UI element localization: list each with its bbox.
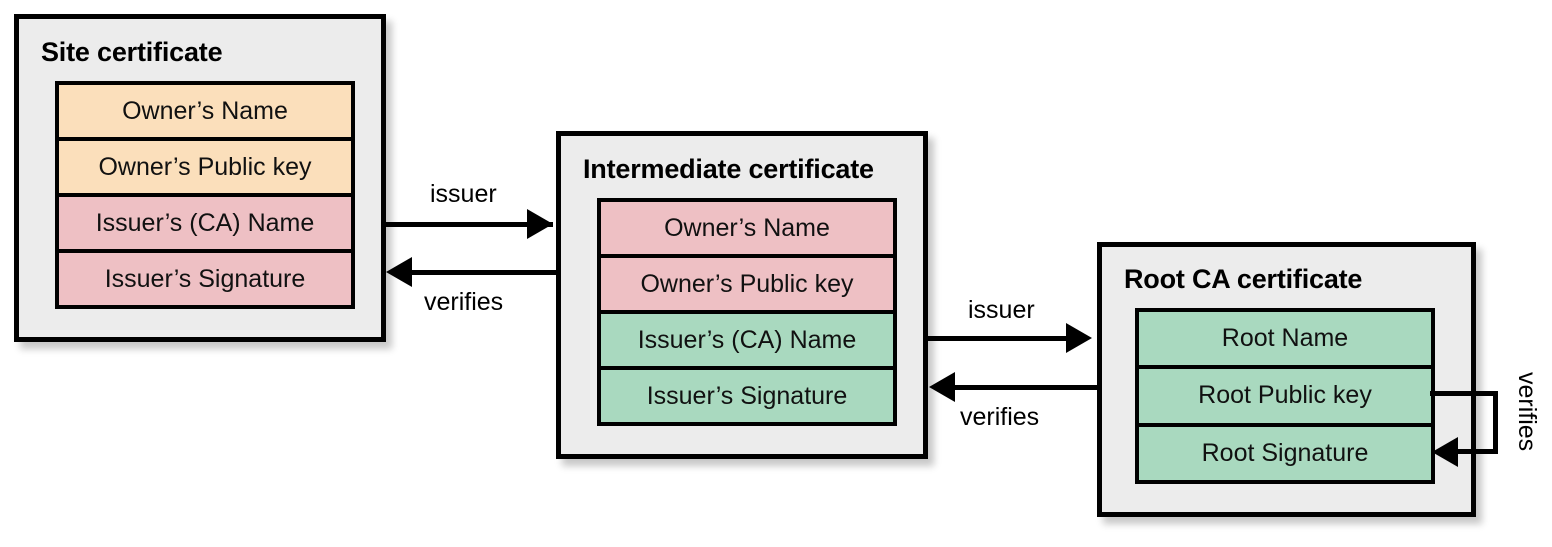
root-ca-certificate-field-list: Root Name Root Public key Root Signature bbox=[1135, 308, 1435, 484]
site-field-issuer-signature: Issuer’s Signature bbox=[59, 253, 351, 305]
site-certificate-title: Site certificate bbox=[41, 37, 223, 67]
root-field-root-signature: Root Signature bbox=[1139, 426, 1431, 480]
site-field-owner-public-key: Owner’s Public key bbox=[59, 141, 351, 197]
intermediate-field-issuer-ca-name: Issuer’s (CA) Name bbox=[601, 314, 893, 370]
root-field-root-name: Root Name bbox=[1139, 312, 1431, 370]
certificate-chain-diagram: Site certificate Owner’s Name Owner’s Pu… bbox=[0, 0, 1552, 547]
intermediate-field-issuer-signature: Issuer’s Signature bbox=[601, 370, 893, 422]
verifies-arrow-intermediate-to-site-line bbox=[400, 270, 557, 275]
issuer-arrow-site-to-intermediate-head bbox=[527, 209, 553, 239]
verifies-arrow-root-to-intermediate-head bbox=[929, 372, 955, 402]
verifies-arrow-root-to-intermediate-line bbox=[955, 385, 1097, 390]
site-field-issuer-ca-name: Issuer’s (CA) Name bbox=[59, 197, 351, 253]
root-self-verifies-right-segment bbox=[1493, 391, 1498, 454]
issuer-arrow-intermediate-to-root-head bbox=[1066, 323, 1092, 353]
root-ca-certificate-title: Root CA certificate bbox=[1124, 264, 1363, 294]
root-self-verifies-bottom-segment bbox=[1458, 449, 1498, 454]
verifies-arrow-intermediate-to-site-head bbox=[386, 257, 412, 287]
intermediate-field-owner-name: Owner’s Name bbox=[601, 202, 893, 258]
issuer-label-intermediate-to-root: issuer bbox=[968, 296, 1035, 324]
site-certificate-card: Site certificate Owner’s Name Owner’s Pu… bbox=[14, 14, 386, 342]
verifies-label-root-to-intermediate: verifies bbox=[960, 403, 1040, 431]
intermediate-field-owner-public-key: Owner’s Public key bbox=[601, 258, 893, 314]
site-certificate-field-list: Owner’s Name Owner’s Public key Issuer’s… bbox=[55, 81, 355, 309]
root-ca-certificate-card: Root CA certificate Root Name Root Publi… bbox=[1097, 242, 1476, 517]
verifies-label-root-self: verifies bbox=[1513, 372, 1541, 452]
verifies-label-intermediate-to-site: verifies bbox=[424, 288, 504, 316]
intermediate-certificate-card: Intermediate certificate Owner’s Name Ow… bbox=[556, 131, 928, 459]
site-field-owner-name: Owner’s Name bbox=[59, 85, 351, 141]
issuer-arrow-intermediate-to-root-line bbox=[928, 336, 1080, 341]
root-self-verifies-top-segment bbox=[1430, 391, 1498, 396]
intermediate-certificate-field-list: Owner’s Name Owner’s Public key Issuer’s… bbox=[597, 198, 897, 426]
root-field-root-public-key: Root Public key bbox=[1139, 369, 1431, 427]
root-self-verifies-head bbox=[1432, 437, 1458, 467]
intermediate-certificate-title: Intermediate certificate bbox=[583, 154, 874, 184]
issuer-label-site-to-intermediate: issuer bbox=[430, 180, 497, 208]
